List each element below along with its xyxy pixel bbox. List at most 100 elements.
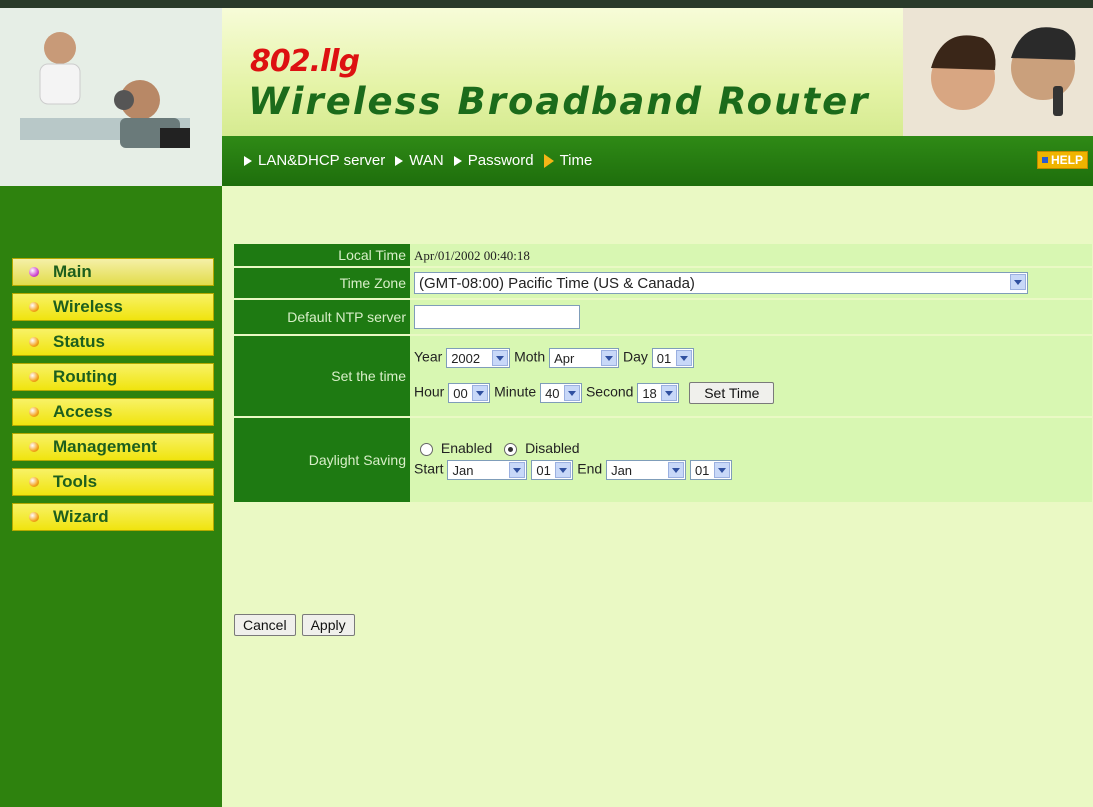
- help-label: HELP: [1050, 153, 1083, 167]
- set-time-cell: Year 2002 Moth Apr Day 01 Hour 00 Minute…: [410, 336, 1092, 416]
- year-select[interactable]: 2002: [446, 348, 511, 368]
- chevron-down-icon: [509, 462, 526, 478]
- header-photo-right: [903, 8, 1093, 138]
- time-settings-form: Local Time Apr/01/2002 00:40:18 Time Zon…: [234, 242, 1092, 504]
- arrow-right-icon: [395, 155, 404, 166]
- sidebar-item-main[interactable]: Main: [12, 258, 214, 286]
- set-time-button[interactable]: Set Time: [689, 382, 775, 404]
- chevron-down-icon: [555, 462, 572, 478]
- time-zone-selected: (GMT-08:00) Pacific Time (US & Canada): [419, 275, 695, 292]
- start-month-select[interactable]: Jan: [447, 460, 528, 480]
- chevron-down-icon: [564, 385, 581, 401]
- chevron-down-icon: [472, 385, 489, 401]
- enabled-radio[interactable]: [420, 442, 433, 456]
- chevron-down-icon: [492, 350, 509, 366]
- nav-items: LAN&DHCP server WAN Password Time: [244, 152, 602, 169]
- bullet-icon: [29, 442, 39, 452]
- second-select[interactable]: 18: [637, 383, 680, 403]
- start-month-selected: Jan: [452, 463, 474, 478]
- header-banner: 802.llg Wireless Broadband Router LAN&DH…: [0, 8, 1093, 186]
- start-day-select[interactable]: 01: [531, 460, 574, 480]
- daylight-label: Daylight Saving: [234, 418, 410, 502]
- sidebar: Main Wireless Status Routing Access Mana…: [0, 186, 222, 807]
- ntp-server-input[interactable]: [414, 305, 580, 329]
- bullet-icon: [29, 337, 39, 347]
- sidebar-item-tools[interactable]: Tools: [12, 468, 214, 496]
- top-border: [0, 0, 1093, 8]
- daylight-row: Daylight Saving Enabled Disabled Start J…: [234, 418, 1092, 502]
- sidebar-item-routing[interactable]: Routing: [12, 363, 214, 391]
- sidebar-item-wireless[interactable]: Wireless: [12, 293, 214, 321]
- sidebar-menu: Main Wireless Status Routing Access Mana…: [12, 258, 214, 538]
- model-name: 802.llg: [250, 44, 360, 79]
- ntp-cell: [410, 300, 1092, 334]
- set-time-label: Set the time: [234, 336, 410, 416]
- chevron-down-icon: [675, 350, 692, 366]
- bullet-icon: [29, 512, 39, 522]
- end-day-selected: 01: [694, 463, 710, 478]
- cancel-button[interactable]: Cancel: [234, 614, 296, 636]
- second-label: Second: [585, 383, 634, 400]
- nav-item-label: LAN&DHCP server: [258, 152, 386, 169]
- nav-item-lan-dhcp[interactable]: LAN&DHCP server: [244, 152, 385, 169]
- daylight-cell: Enabled Disabled Start Jan 01 End Jan 01: [410, 418, 1092, 502]
- sidebar-item-status[interactable]: Status: [12, 328, 214, 356]
- local-time-text: Apr/01/2002 00:40:18: [414, 247, 530, 263]
- ntp-row: Default NTP server: [234, 300, 1092, 334]
- start-label: Start: [414, 460, 444, 477]
- form-actions: Cancel Apply: [234, 614, 355, 636]
- end-month-selected: Jan: [611, 463, 633, 478]
- sidebar-item-label: Wizard: [53, 507, 109, 526]
- end-day-select[interactable]: 01: [689, 460, 732, 480]
- bullet-icon: [29, 407, 39, 417]
- day-select[interactable]: 01: [651, 348, 694, 368]
- day-label: Day: [622, 348, 648, 365]
- month-label: Moth: [514, 348, 546, 365]
- disabled-label: Disabled: [525, 440, 580, 456]
- header-photo-left: [0, 8, 222, 186]
- hour-select[interactable]: 00: [448, 383, 491, 403]
- nav-item-password[interactable]: Password: [453, 152, 534, 169]
- sidebar-item-access[interactable]: Access: [12, 398, 214, 426]
- time-zone-label: Time Zone: [234, 268, 410, 298]
- disabled-radio[interactable]: [504, 442, 518, 456]
- sidebar-item-label: Routing: [53, 367, 118, 386]
- sidebar-item-wizard[interactable]: Wizard: [12, 503, 214, 531]
- year-selected: 2002: [451, 351, 481, 366]
- sidebar-item-label: Main: [53, 262, 92, 281]
- month-select[interactable]: Apr: [549, 348, 620, 368]
- minute-select[interactable]: 40: [540, 383, 583, 403]
- arrow-right-icon: [453, 155, 462, 166]
- day-selected: 01: [656, 351, 672, 366]
- chevron-down-icon: [713, 462, 730, 478]
- local-time-value: Apr/01/2002 00:40:18: [410, 244, 1092, 266]
- time-zone-cell: (GMT-08:00) Pacific Time (US & Canada): [410, 268, 1092, 298]
- main-bullet-icon: [29, 267, 39, 277]
- help-button[interactable]: HELP: [1036, 151, 1088, 169]
- chevron-down-icon: [1010, 274, 1026, 290]
- time-zone-row: Time Zone (GMT-08:00) Pacific Time (US &…: [234, 268, 1092, 298]
- nav-item-label: WAN: [409, 152, 444, 169]
- minute-selected: 40: [545, 386, 560, 401]
- apply-button[interactable]: Apply: [301, 614, 355, 636]
- enabled-label: Enabled: [440, 440, 493, 456]
- nav-item-label: Time: [559, 152, 593, 169]
- year-label: Year: [414, 348, 443, 365]
- local-time-label: Local Time: [234, 244, 410, 266]
- date-line: Year 2002 Moth Apr Day 01: [414, 348, 1092, 368]
- bullet-icon: [29, 302, 39, 312]
- sidebar-item-label: Status: [53, 332, 105, 351]
- hour-label: Hour: [414, 383, 445, 400]
- chevron-down-icon: [668, 462, 685, 478]
- time-zone-select[interactable]: (GMT-08:00) Pacific Time (US & Canada): [414, 272, 1028, 294]
- bullet-icon: [29, 372, 39, 382]
- month-selected: Apr: [554, 351, 575, 366]
- main-content: Local Time Apr/01/2002 00:40:18 Time Zon…: [222, 186, 1093, 807]
- nav-item-time[interactable]: Time: [543, 152, 593, 169]
- end-month-select[interactable]: Jan: [606, 460, 687, 480]
- sidebar-item-label: Access: [53, 402, 113, 421]
- sidebar-item-management[interactable]: Management: [12, 433, 214, 461]
- nav-item-wan[interactable]: WAN: [395, 152, 444, 169]
- local-time-row: Local Time Apr/01/2002 00:40:18: [234, 244, 1092, 266]
- bullet-icon: [29, 477, 39, 487]
